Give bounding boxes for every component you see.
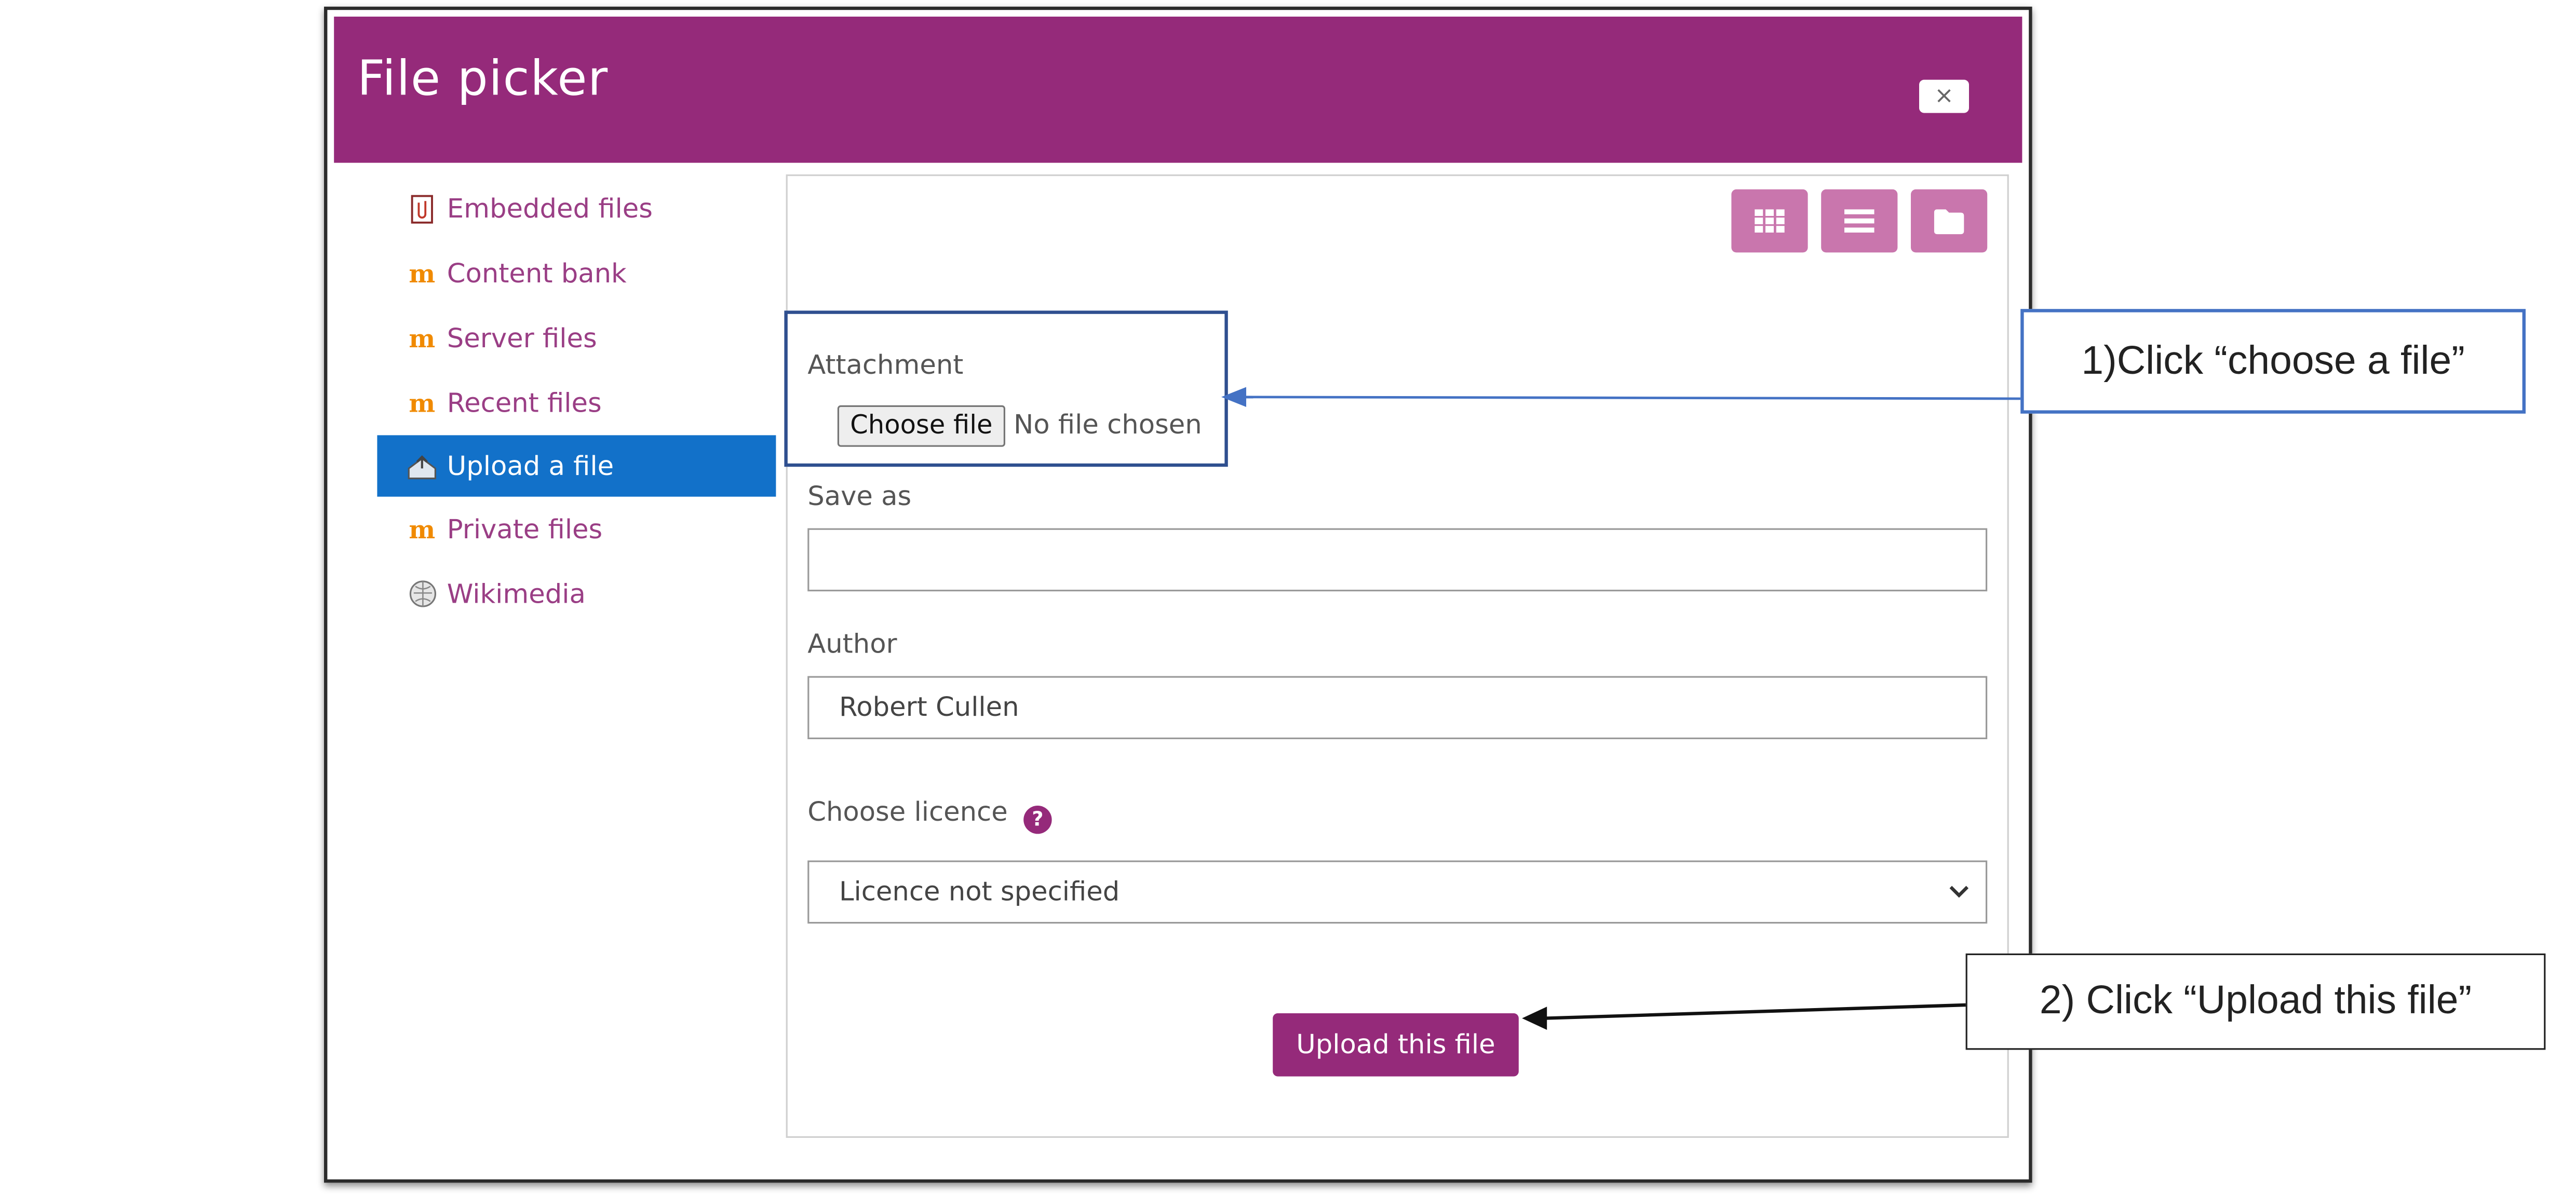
list-view-button[interactable] [1821,189,1898,253]
file-attachment-icon [407,194,437,224]
sidebar-item-content-bank[interactable]: m Content bank [377,241,776,306]
step2-callout: 2) Click “Upload this file” [1965,953,2546,1050]
grid-view-button[interactable] [1731,189,1808,253]
sidebar-item-embedded-files[interactable]: Embedded files [377,176,776,241]
sidebar-item-wikimedia[interactable]: Wikimedia [377,562,776,627]
author-label: Author [807,628,897,660]
chevron-down-icon [1949,886,1969,898]
grid-view-icon [1755,209,1785,233]
sidebar-item-label: Wikimedia [447,578,586,610]
author-field[interactable]: Robert Cullen [807,676,1988,739]
step1-callout: 1)Click “choose a file” [2020,309,2526,414]
sidebar-item-recent-files[interactable]: m Recent files [377,371,776,436]
list-view-icon [1844,209,1874,233]
sidebar-item-server-files[interactable]: m Server files [377,306,776,371]
sidebar-item-label: Server files [447,322,597,354]
moodle-icon: m [409,258,436,289]
sidebar-item-label: Upload a file [447,450,614,482]
sidebar-item-label: Content bank [447,257,627,289]
licence-select-value: Licence not specified [839,875,1120,907]
wikimedia-icon [407,579,437,609]
dialog-title: File picker [357,50,609,106]
licence-label: Choose licence [807,795,1008,827]
save-as-field[interactable] [807,528,1988,592]
upload-this-file-button[interactable]: Upload this file [1273,1013,1519,1077]
folder-view-icon [1934,208,1964,234]
dialog-header: File picker × [334,17,2022,163]
sidebar-item-label: Recent files [447,387,602,419]
sidebar-item-label: Embedded files [447,193,653,224]
repository-sidebar: Embedded files m Content bank m Server f… [377,176,776,626]
save-as-label: Save as [807,480,912,512]
upload-icon [407,451,437,481]
close-button[interactable]: × [1919,79,1969,113]
sidebar-item-label: Private files [447,513,603,545]
folder-view-button[interactable] [1911,189,1988,253]
moodle-icon: m [409,514,436,544]
attachment-highlight-box [784,310,1228,467]
moodle-icon: m [409,388,436,418]
sidebar-item-private-files[interactable]: m Private files [377,497,776,562]
help-icon[interactable]: ? [1023,806,1052,834]
moodle-icon: m [409,323,436,353]
screenshot-canvas: File picker × Embedded files m Content b… [0,0,2575,1196]
sidebar-item-upload-a-file[interactable]: Upload a file [377,435,776,497]
licence-select[interactable]: Licence not specified [807,860,1988,924]
